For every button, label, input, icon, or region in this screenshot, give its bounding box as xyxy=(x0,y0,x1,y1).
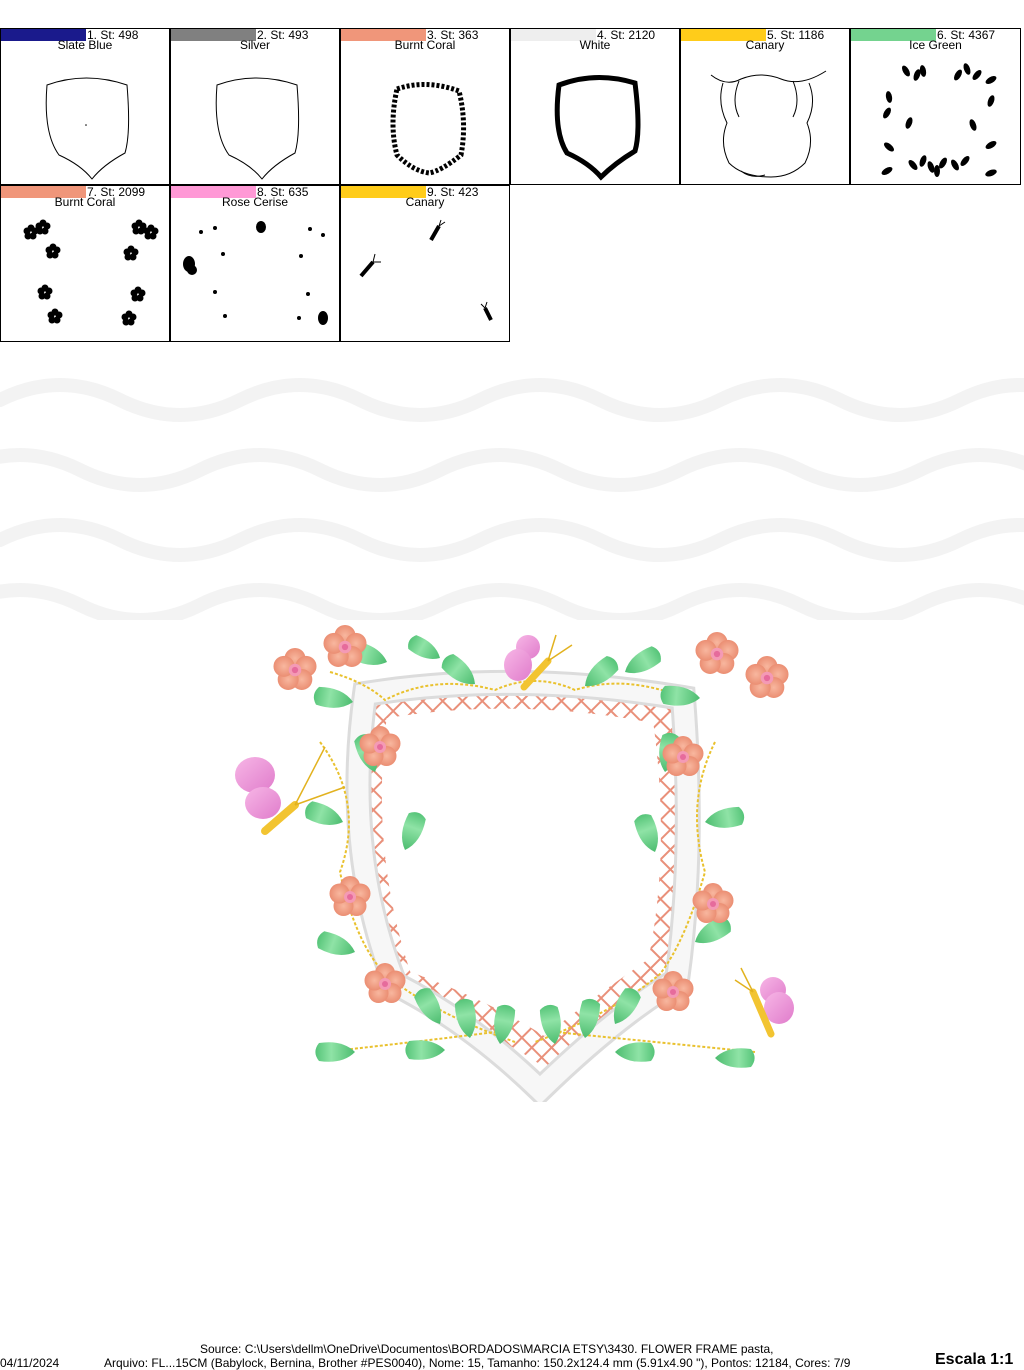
file-info: Arquivo: FL...15CM (Babylock, Bernina, B… xyxy=(104,1356,851,1370)
print-footer: Source: C:\Users\dellm\OneDrive\Document… xyxy=(0,1340,1024,1370)
lattice-ring-icon xyxy=(390,81,467,176)
color-swatch-2: 2. St: 493 Silver xyxy=(170,28,340,185)
color-swatch-8: 8. St: 635 Rose Cerise xyxy=(170,185,340,342)
color-swatch-9: 9. St: 423 Canary xyxy=(340,185,510,342)
thread-name: White xyxy=(579,38,611,52)
thread-name: Rose Cerise xyxy=(221,195,289,209)
color-swatch-4: 4. St: 2120 White xyxy=(510,28,680,185)
shield-outline-thin-icon xyxy=(45,77,130,180)
color-swatch-6: 6. St: 4367 Ice Green xyxy=(850,28,1021,185)
thread-name: Slate Blue xyxy=(57,38,113,52)
leaf-petals-icon xyxy=(881,63,997,177)
thread-name: Canary xyxy=(745,38,785,52)
vine-lines-icon xyxy=(710,70,827,178)
scale-label: Escala 1:1 xyxy=(935,1351,1014,1368)
thread-name: Canary xyxy=(405,195,445,209)
dots-and-wings-icon xyxy=(183,221,328,325)
butterfly-bodies-icon xyxy=(359,219,493,321)
thread-name: Burnt Coral xyxy=(54,195,116,209)
flower-clusters-icon xyxy=(23,219,159,326)
thread-name: Burnt Coral xyxy=(394,38,456,52)
color-swatch-5: 5. St: 1186 Canary xyxy=(680,28,850,185)
color-swatch-7: 7. St: 2099 Burnt Coral xyxy=(0,185,170,342)
color-swatch-1: 1. St: 498 Slate Blue xyxy=(0,28,170,185)
source-path: Source: C:\Users\dellm\OneDrive\Document… xyxy=(200,1342,774,1356)
embroidery-design-preview xyxy=(235,624,794,1102)
watermark-pattern xyxy=(0,378,1024,620)
color-swatch-3: 3. St: 363 Burnt Coral xyxy=(340,28,510,185)
shield-outline-bold-icon xyxy=(554,74,641,181)
thread-name: Silver xyxy=(239,38,270,52)
print-date: 04/11/2024 xyxy=(0,1356,60,1370)
thread-name: Ice Green xyxy=(909,38,962,52)
shield-outline-thin-icon xyxy=(215,77,300,180)
